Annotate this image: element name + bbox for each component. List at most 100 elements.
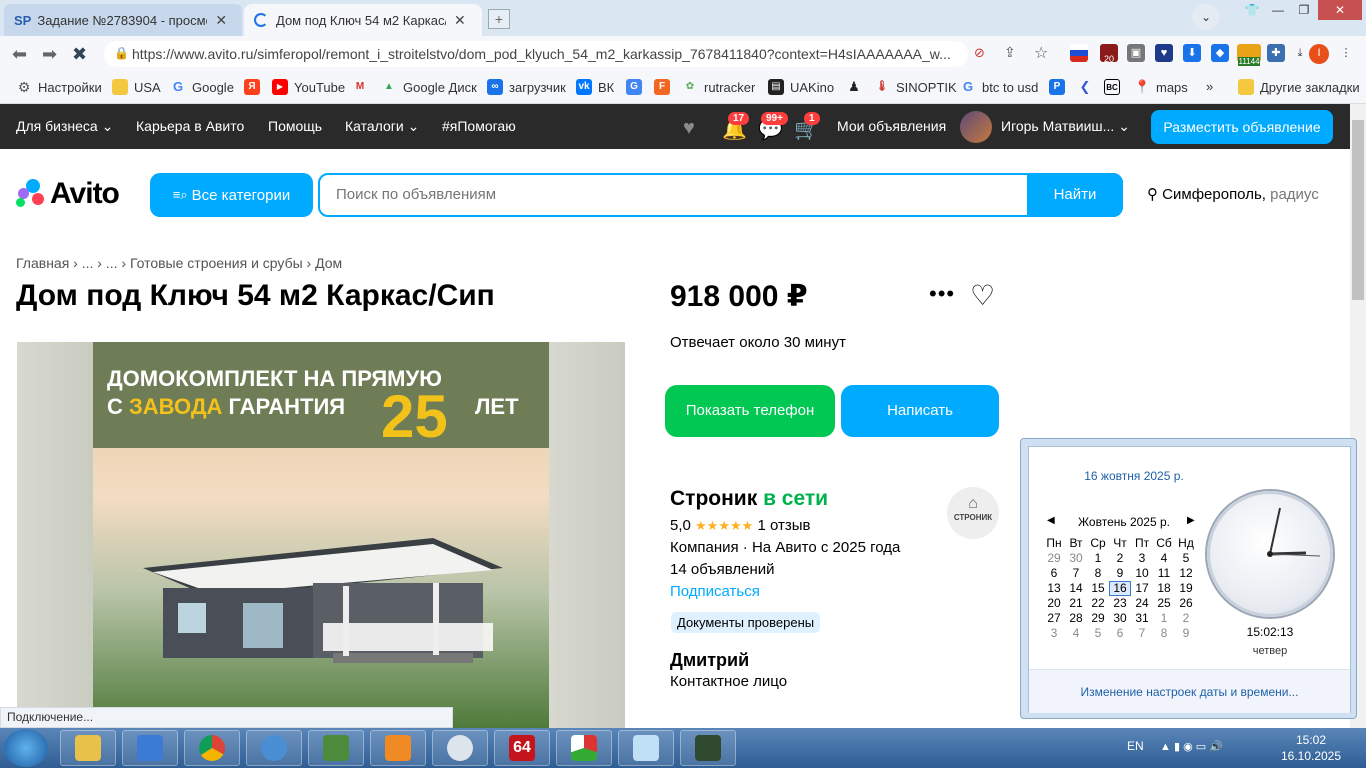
downloads-icon[interactable]: ⤓ — [1291, 44, 1309, 62]
photo-gallery[interactable]: ДОМОКОМПЛЕКТ НА ПРЯМУЮ С ЗАВОДА ГАРАНТИЯ… — [17, 342, 625, 728]
nav-my-ads[interactable]: Мои объявления — [837, 118, 946, 134]
nav-career[interactable]: Карьера в Авито — [136, 118, 244, 134]
tab-close-icon[interactable]: ✕ — [454, 12, 466, 29]
briefcase-icon[interactable]: ▣ — [1127, 44, 1145, 62]
calendar-day[interactable]: 7 — [1065, 566, 1087, 581]
calendar-day[interactable]: 31 — [1131, 611, 1153, 626]
nav-for-business[interactable]: Для бизнеса ⌄ — [16, 118, 113, 135]
stop-icon[interactable]: ✖ — [72, 44, 87, 65]
calendar-day[interactable]: 28 — [1065, 611, 1087, 626]
calendar-day[interactable]: 10 — [1131, 566, 1153, 581]
calendar-day[interactable]: 22 — [1087, 596, 1109, 611]
nav-catalogs[interactable]: Каталоги ⌄ — [345, 118, 419, 135]
bookmark-maps[interactable]: 📍 maps — [1134, 79, 1188, 95]
bookmark-google-drive[interactable]: ▲ Google Диск — [381, 79, 477, 95]
calendar-day[interactable]: 9 — [1109, 566, 1131, 581]
language-indicator[interactable]: EN — [1127, 739, 1144, 753]
calendar-day[interactable]: 18 — [1153, 581, 1175, 596]
calendar-day[interactable]: 4 — [1065, 626, 1087, 641]
calendar-day[interactable]: 3 — [1043, 626, 1065, 641]
calendar-day[interactable]: 30 — [1109, 611, 1131, 626]
bookmark-translate[interactable]: G — [626, 79, 648, 95]
avito-logo[interactable]: Avito — [16, 177, 120, 211]
favorites-heart-icon[interactable]: ♥ — [683, 117, 695, 140]
bookmark-settings[interactable]: ⚙ Настройки — [16, 79, 102, 95]
calendar-day[interactable]: 11 — [1153, 566, 1175, 581]
system-tray[interactable]: ▲ ▮ ◉ ▭ 🔊 — [1160, 740, 1223, 753]
calendar-day-today[interactable]: 16 — [1109, 581, 1131, 596]
heart-extension-icon[interactable]: ♥ — [1155, 44, 1173, 62]
write-message-button[interactable]: Написать — [841, 385, 999, 437]
bookmark-usa[interactable]: USA — [112, 79, 161, 95]
subscribe-link[interactable]: Подписаться — [670, 583, 760, 600]
taskbar-aida64[interactable]: 64 — [494, 730, 550, 766]
download-extension-icon[interactable]: ⬇ — [1183, 44, 1201, 62]
pin-extension-icon[interactable]: ◆ — [1211, 44, 1229, 62]
calendar-day[interactable]: 17 — [1131, 581, 1153, 596]
back-icon[interactable]: ⬅ — [12, 44, 27, 65]
calendar-day[interactable]: 15 — [1087, 581, 1109, 596]
calendar-day[interactable]: 23 — [1109, 596, 1131, 611]
calendar-day[interactable]: 24 — [1131, 596, 1153, 611]
taskbar-chrome[interactable] — [184, 730, 240, 766]
search-input[interactable] — [336, 186, 1016, 203]
show-phone-button[interactable]: Показать телефон — [665, 385, 835, 437]
shirt-icon[interactable]: 👕 — [1238, 0, 1266, 20]
calendar-day[interactable]: 4 — [1153, 551, 1175, 566]
bookmark-vk[interactable]: vk ВК — [576, 79, 614, 95]
extension-counter-icon[interactable]: 20 — [1100, 44, 1118, 64]
user-menu[interactable]: Игорь Матвииш... ⌄ — [1001, 118, 1130, 135]
bookmark-star-icon[interactable]: ☆ — [1034, 43, 1048, 63]
calendar-day[interactable]: 13 — [1043, 581, 1065, 596]
calendar-day[interactable]: 29 — [1087, 611, 1109, 626]
bookmark-other[interactable]: Другие закладки — [1238, 79, 1360, 95]
seller-name[interactable]: Строник в сети — [670, 487, 828, 511]
calendar-day[interactable]: 30 — [1065, 551, 1087, 566]
main-photo[interactable]: ДОМОКОМПЛЕКТ НА ПРЯМУЮ С ЗАВОДА ГАРАНТИЯ… — [93, 342, 549, 728]
calendar-month[interactable]: Жовтень 2025 р. — [1049, 515, 1199, 529]
bookmark-p[interactable]: P — [1049, 79, 1071, 95]
taskbar-media[interactable] — [370, 730, 426, 766]
calendar-day[interactable]: 19 — [1175, 581, 1197, 596]
user-avatar[interactable] — [960, 111, 992, 143]
restore-icon[interactable]: ❐ — [1290, 0, 1318, 20]
blocked-icon[interactable]: ⊘ — [974, 45, 985, 61]
calendar-day[interactable]: 2 — [1109, 551, 1131, 566]
scrollbar-thumb[interactable] — [1352, 120, 1364, 300]
seller-rating[interactable]: 5,0 ★★★★★ 1 отзыв — [670, 517, 811, 534]
calendar-day[interactable]: 2 — [1175, 611, 1197, 626]
nav-help[interactable]: Помощь — [268, 118, 322, 134]
bookmark-rutracker[interactable]: ✿ rutracker — [682, 79, 756, 95]
bookmark-arrow[interactable]: ❮ — [1077, 79, 1099, 95]
puzzle-icon[interactable]: ✚ — [1267, 44, 1285, 62]
url-field[interactable]: 🔒 https://www.avito.ru/simferopol/remont… — [104, 41, 968, 67]
bookmark-bc[interactable]: BC — [1104, 79, 1126, 95]
calendar-day[interactable]: 27 — [1043, 611, 1065, 626]
location-selector[interactable]: ⚲ Симферополь, радиус — [1147, 185, 1319, 203]
tab-zadanie[interactable]: SP Задание №2783904 - просмотр з ✕ — [4, 4, 242, 36]
calendar-day[interactable]: 12 — [1175, 566, 1197, 581]
taskbar-explorer[interactable] — [60, 730, 116, 766]
bookmark-f[interactable]: F — [654, 79, 676, 95]
taskbar-notes[interactable] — [618, 730, 674, 766]
change-date-time-settings-link[interactable]: Изменение настроек даты и времени... — [1029, 669, 1350, 713]
profile-icon[interactable]: I — [1309, 44, 1329, 64]
taskbar-date[interactable]: 16.10.2025 — [1276, 749, 1346, 763]
bookmark-uakino[interactable]: ▤ UAKino — [768, 79, 834, 95]
calendar-day[interactable]: 14 — [1065, 581, 1087, 596]
share-icon[interactable]: ⇪ — [1004, 44, 1016, 61]
menu-icon[interactable]: ⋮ — [1337, 44, 1355, 62]
breadcrumb[interactable]: Главная › ... › ... › Готовые строения и… — [16, 255, 342, 271]
tab-close-icon[interactable]: ✕ — [215, 12, 227, 29]
seller-logo[interactable]: ⌂ СТРОНИК — [947, 487, 999, 539]
post-ad-button[interactable]: Разместить объявление — [1151, 110, 1333, 144]
calendar-day[interactable]: 8 — [1153, 626, 1175, 641]
bookmark-sinoptik[interactable]: 🌡 SINOPTIK — [874, 79, 957, 95]
start-button[interactable] — [4, 729, 48, 767]
nav-ipomogayu[interactable]: #яПомогаю — [442, 118, 516, 134]
calendar-full-date[interactable]: 16 жовтня 2025 р. — [1029, 469, 1239, 483]
taskbar-app-green[interactable] — [308, 730, 364, 766]
close-window-icon[interactable]: ✕ — [1318, 0, 1362, 20]
taskbar-shield-app[interactable] — [122, 730, 178, 766]
taskbar-clock-app[interactable] — [432, 730, 488, 766]
